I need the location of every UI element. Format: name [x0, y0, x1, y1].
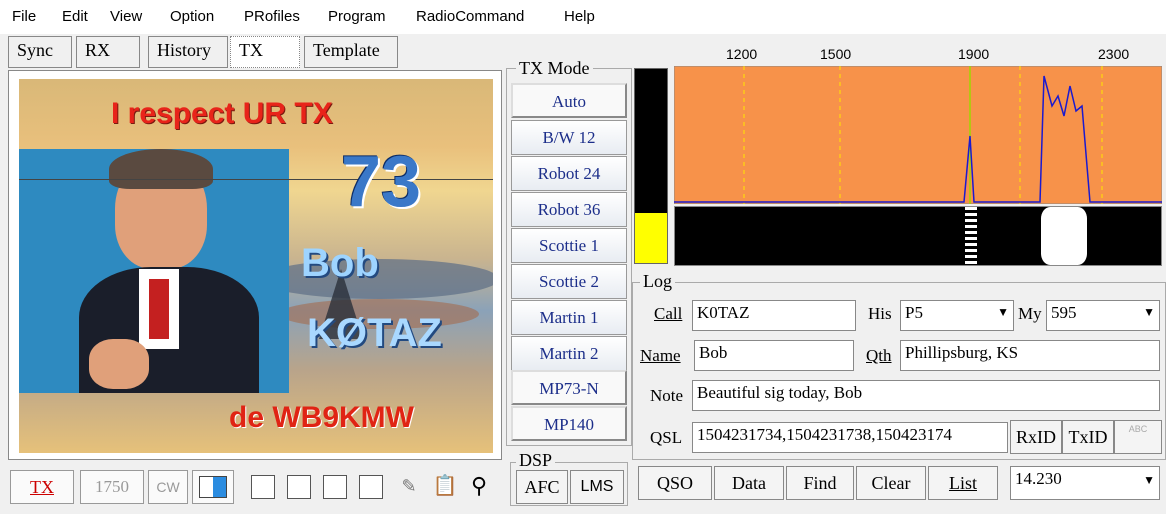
note-field[interactable]: Beautiful sig today, Bob — [692, 380, 1160, 411]
tone-1750-button[interactable]: 1750 — [80, 470, 144, 504]
frequency-value: 14.230 — [1015, 469, 1062, 488]
my-rst-value: 595 — [1051, 303, 1077, 322]
menu-profiles[interactable]: PRofiles — [244, 8, 300, 25]
tab-history[interactable]: History — [148, 36, 228, 68]
data-button[interactable]: Data — [714, 466, 784, 500]
chevron-down-icon[interactable]: ▼ — [1143, 473, 1155, 488]
dsp-title: DSP — [516, 450, 556, 471]
menu-program[interactable]: Program — [328, 8, 386, 25]
frequency-scale: 1200 1500 1900 2300 — [676, 40, 1166, 66]
tab-tx[interactable]: TX — [230, 36, 300, 68]
tick-1200: 1200 — [726, 46, 758, 62]
mode-scottie1-button[interactable]: Scottie 1 — [511, 228, 627, 263]
lms-button[interactable]: LMS — [570, 470, 624, 504]
his-label: His — [868, 304, 892, 323]
mode-auto-button[interactable]: Auto — [511, 83, 627, 118]
mode-robot24-button[interactable]: Robot 24 — [511, 156, 627, 191]
tx-image-panel: I respect UR TX 73 Bob KØTAZ de WB9KMW — [8, 70, 502, 460]
list-button[interactable]: List — [928, 466, 998, 500]
mode-bw12-button[interactable]: B/W 12 — [511, 120, 627, 155]
qsl-label: QSL — [650, 428, 683, 447]
chevron-down-icon[interactable]: ▼ — [1143, 305, 1155, 320]
mode-martin2-button[interactable]: Martin 2 — [511, 336, 627, 371]
tx-mode-title: TX Mode — [516, 58, 593, 79]
cw-button[interactable]: CW — [148, 470, 188, 504]
find-button[interactable]: Find — [786, 466, 854, 500]
portrait-photo — [19, 149, 289, 393]
headline-text: I respect UR TX — [111, 97, 333, 130]
qsl-field[interactable]: 1504231734,1504231738,150423174 — [692, 422, 1008, 453]
mode-mp140-button[interactable]: MP140 — [511, 406, 627, 441]
layout3-icon[interactable] — [320, 470, 350, 504]
tab-template[interactable]: Template — [304, 36, 398, 68]
abc-label: ABC — [1128, 424, 1148, 434]
level-meter-fill — [635, 213, 667, 263]
menu-radiocommand[interactable]: RadioCommand — [416, 8, 524, 25]
txid-button[interactable]: TxID — [1062, 420, 1114, 454]
comment-icon[interactable]: ✎ — [394, 470, 424, 504]
level-meter — [634, 68, 668, 264]
qso-button[interactable]: QSO — [638, 466, 712, 500]
tick-2300: 2300 — [1098, 46, 1130, 62]
waterfall-display — [674, 206, 1162, 266]
tab-sync[interactable]: Sync — [8, 36, 72, 68]
my-rst-field[interactable]: 595 ▼ — [1046, 300, 1160, 331]
mode-mp73n-button[interactable]: MP73-N — [511, 370, 627, 405]
qth-label: Qth — [866, 346, 892, 365]
tick-1500: 1500 — [820, 46, 852, 62]
spellcheck-image-icon[interactable] — [192, 470, 234, 504]
log-title: Log — [640, 271, 675, 292]
tx-image: I respect UR TX 73 Bob KØTAZ de WB9KMW — [19, 79, 493, 453]
call-label: Call — [654, 304, 683, 323]
mode-robot36-button[interactable]: Robot 36 — [511, 192, 627, 227]
tab-rx[interactable]: RX — [76, 36, 140, 68]
waterfall-trace-2 — [1041, 207, 1087, 265]
menu-option[interactable]: Option — [170, 8, 214, 25]
menu-edit[interactable]: Edit — [62, 8, 88, 25]
tx-button[interactable]: TX — [10, 470, 74, 504]
name-label: Name — [640, 346, 681, 365]
menu-file[interactable]: File — [12, 8, 36, 25]
menu-view[interactable]: View — [110, 8, 142, 25]
qth-field[interactable]: Phillipsburg, KS — [900, 340, 1160, 371]
frequency-select[interactable]: 14.230 ▼ — [1010, 466, 1160, 500]
tick-1900: 1900 — [958, 46, 990, 62]
callsign-text: KØTAZ — [307, 311, 442, 355]
layout1-icon[interactable] — [248, 470, 278, 504]
clear-button[interactable]: Clear — [856, 466, 926, 500]
note-label: Note — [650, 386, 684, 405]
signoff-text: de WB9KMW — [229, 401, 414, 434]
mode-scottie2-button[interactable]: Scottie 2 — [511, 264, 627, 299]
name-field[interactable]: Bob — [694, 340, 854, 371]
rxid-button[interactable]: RxID — [1010, 420, 1062, 454]
name-text: Bob — [301, 241, 379, 285]
his-rst-value: P5 — [905, 303, 923, 322]
call-field[interactable]: K0TAZ — [692, 300, 856, 331]
his-rst-field[interactable]: P5 ▼ — [900, 300, 1014, 331]
mode-martin1-button[interactable]: Martin 1 — [511, 300, 627, 335]
layout2-icon[interactable] — [284, 470, 314, 504]
abc-spellcheck-button[interactable]: ABC — [1114, 420, 1162, 454]
waterfall-trace-1 — [965, 207, 977, 265]
spectrum-display — [674, 66, 1162, 204]
number-73-text: 73 — [341, 142, 422, 222]
menu-help[interactable]: Help — [564, 8, 595, 25]
my-label: My — [1018, 304, 1042, 323]
clipboard-icon[interactable]: 📋 — [430, 470, 460, 504]
menu-bar: File Edit View Option PRofiles Program R… — [0, 0, 1166, 34]
layout4-icon[interactable] — [356, 470, 386, 504]
search-icon[interactable]: ⚲ — [464, 470, 494, 504]
afc-button[interactable]: AFC — [516, 470, 568, 504]
chevron-down-icon[interactable]: ▼ — [997, 305, 1009, 320]
